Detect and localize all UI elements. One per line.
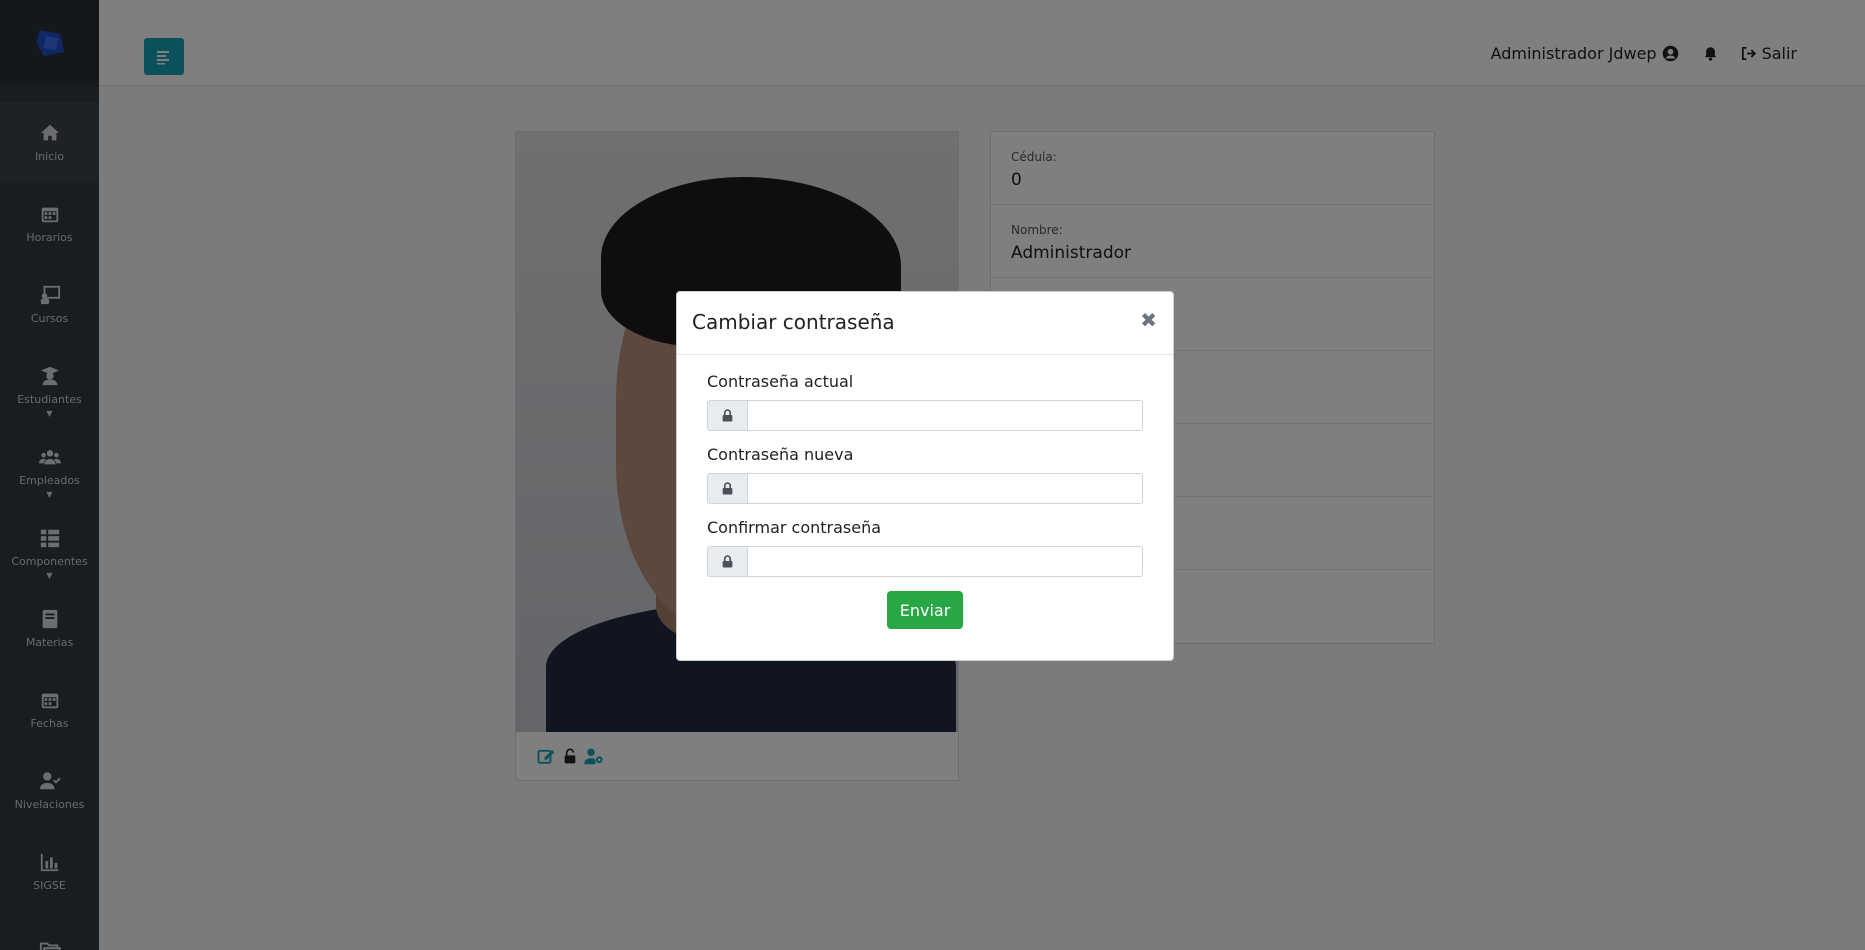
new-password-input[interactable]	[747, 473, 1143, 504]
submit-wrap: Enviar	[707, 591, 1143, 629]
modal-header: Cambiar contraseña ✖	[677, 292, 1173, 355]
new-password-field: Contraseña nueva	[707, 445, 1143, 504]
lock-icon	[707, 473, 747, 504]
modal-body: Contraseña actual Contraseña nueva Confi…	[677, 355, 1173, 629]
field-label: Contraseña nueva	[707, 445, 854, 464]
lock-icon	[707, 400, 747, 431]
modal-title: Cambiar contraseña	[692, 310, 895, 334]
input-group	[707, 473, 1143, 504]
lock-icon	[707, 546, 747, 577]
field-label: Contraseña actual	[707, 372, 854, 391]
current-password-input[interactable]	[747, 400, 1143, 431]
input-group	[707, 400, 1143, 431]
close-icon[interactable]: ✖	[1140, 308, 1157, 332]
confirm-password-input[interactable]	[747, 546, 1143, 577]
field-label: Confirmar contraseña	[707, 518, 882, 537]
confirm-password-field: Confirmar contraseña	[707, 518, 1143, 577]
submit-button[interactable]: Enviar	[887, 591, 963, 629]
change-password-modal: Cambiar contraseña ✖ Contraseña actual C…	[676, 291, 1174, 661]
input-group	[707, 546, 1143, 577]
current-password-field: Contraseña actual	[707, 372, 1143, 431]
